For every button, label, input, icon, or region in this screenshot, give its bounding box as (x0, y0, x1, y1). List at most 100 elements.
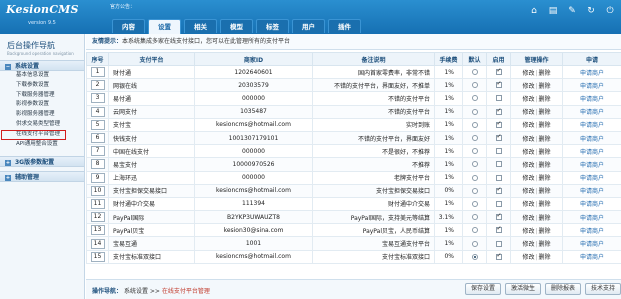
sidebar-item[interactable]: 基本信息设置 (0, 71, 84, 81)
tab-6[interactable]: 用户 (292, 19, 325, 33)
apply-merchant-link[interactable]: 申请商户 (580, 83, 604, 90)
enabled-checkbox[interactable] (495, 148, 502, 155)
index-field[interactable]: 1 (90, 67, 105, 78)
apply-merchant-link[interactable]: 申请商户 (580, 162, 604, 169)
sidebar-item[interactable]: 影视服务器管理 (0, 110, 84, 120)
apply-merchant-link[interactable]: 申请商户 (580, 254, 604, 261)
enabled-checkbox[interactable] (495, 107, 502, 115)
index-field[interactable]: 6 (90, 133, 105, 144)
index-field[interactable]: 7 (90, 146, 105, 157)
edit-link[interactable]: 修改 (522, 83, 534, 90)
enabled-checkbox[interactable] (495, 240, 502, 247)
enabled-checkbox[interactable] (495, 212, 502, 221)
apply-merchant-link[interactable]: 申请商户 (580, 122, 604, 129)
default-radio[interactable] (471, 253, 478, 260)
index-field[interactable]: 12 (90, 212, 105, 223)
index-field[interactable]: 14 (90, 238, 105, 249)
tools-icon[interactable]: ✎ (567, 6, 577, 16)
delete-link[interactable]: 删除 (539, 162, 551, 169)
enabled-checkbox[interactable] (495, 252, 502, 260)
tab-1[interactable]: 内容 (112, 19, 145, 33)
index-field[interactable]: 3 (90, 93, 105, 104)
edit-link[interactable]: 修改 (522, 215, 534, 222)
default-radio[interactable] (471, 161, 478, 168)
delete-link[interactable]: 删除 (539, 149, 551, 156)
delete-link[interactable]: 删除 (539, 109, 551, 116)
enabled-checkbox[interactable] (495, 120, 502, 128)
apply-merchant-link[interactable]: 申请商户 (580, 175, 604, 182)
footer-button-4[interactable]: 技术支持 (584, 283, 621, 295)
home-icon[interactable]: ⌂ (529, 6, 539, 16)
delete-link[interactable]: 删除 (539, 70, 551, 77)
index-field[interactable]: 9 (90, 172, 105, 183)
enabled-checkbox[interactable] (495, 67, 502, 76)
enabled-checkbox[interactable] (495, 174, 502, 181)
sidebar-item[interactable]: 在线支付平台管理 (1, 129, 66, 140)
apply-merchant-link[interactable]: 申请商户 (580, 215, 604, 222)
sidebar-item[interactable]: 下载参数设置 (0, 81, 84, 91)
delete-link[interactable]: 删除 (539, 83, 551, 90)
enabled-checkbox[interactable] (495, 161, 502, 168)
apply-merchant-link[interactable]: 申请商户 (580, 109, 604, 116)
footer-button-1[interactable]: 保存设置 (464, 283, 501, 295)
delete-link[interactable]: 删除 (539, 241, 551, 248)
edit-link[interactable]: 修改 (522, 175, 534, 182)
default-radio[interactable] (471, 174, 478, 181)
default-radio[interactable] (471, 148, 478, 155)
sidebar-item[interactable]: 供求交易类型管理 (0, 120, 84, 130)
footer-button-2[interactable]: 激活微生 (504, 283, 541, 295)
tab-3[interactable]: 相关 (184, 19, 217, 33)
delete-link[interactable]: 删除 (539, 228, 551, 235)
default-radio[interactable] (471, 135, 478, 142)
edit-link[interactable]: 修改 (522, 70, 534, 77)
default-radio[interactable] (471, 108, 478, 115)
index-field[interactable]: 13 (90, 225, 105, 236)
power-icon[interactable]: ⏻ (605, 6, 615, 16)
breadcrumb-root[interactable]: 系统设置 (124, 288, 148, 295)
tab-5[interactable]: 标签 (256, 19, 289, 33)
apply-merchant-link[interactable]: 申请商户 (580, 149, 604, 156)
footer-button-3[interactable]: 删除报表 (544, 283, 581, 295)
delete-link[interactable]: 删除 (539, 254, 551, 261)
delete-link[interactable]: 删除 (539, 201, 551, 208)
enabled-checkbox[interactable] (495, 133, 502, 142)
sidebar-item[interactable]: 下载服务器管理 (0, 91, 84, 101)
index-field[interactable]: 5 (90, 119, 105, 130)
edit-link[interactable]: 修改 (522, 109, 534, 116)
default-radio[interactable] (471, 240, 478, 247)
expand-icon[interactable]: + (5, 160, 11, 167)
apply-merchant-link[interactable]: 申请商户 (580, 201, 604, 208)
delete-link[interactable]: 删除 (539, 122, 551, 129)
edit-link[interactable]: 修改 (522, 149, 534, 156)
apply-merchant-link[interactable]: 申请商户 (580, 70, 604, 77)
default-radio[interactable] (471, 187, 478, 194)
sidebar-section-1[interactable]: − 系统设置 (0, 60, 84, 71)
edit-link[interactable]: 修改 (522, 254, 534, 261)
default-radio[interactable] (471, 95, 478, 102)
index-field[interactable]: 2 (90, 80, 105, 91)
index-field[interactable]: 11 (90, 198, 105, 209)
enabled-checkbox[interactable] (495, 200, 502, 207)
enabled-checkbox[interactable] (495, 80, 502, 89)
sidebar-section-3[interactable]: + 辅助管理 (0, 171, 84, 183)
sidebar-section-2[interactable]: +3G版参数配置 (0, 156, 84, 168)
default-radio[interactable] (471, 121, 478, 128)
delete-link[interactable]: 删除 (539, 188, 551, 195)
edit-link[interactable]: 修改 (522, 96, 534, 103)
tab-2[interactable]: 设置 (148, 19, 181, 34)
enabled-checkbox[interactable] (495, 225, 502, 234)
edit-link[interactable]: 修改 (522, 201, 534, 208)
collapse-icon[interactable]: − (5, 64, 11, 70)
default-radio[interactable] (471, 200, 478, 207)
apply-merchant-link[interactable]: 申请商户 (580, 228, 604, 235)
tab-7[interactable]: 插件 (328, 19, 361, 33)
delete-link[interactable]: 删除 (539, 136, 551, 143)
apply-merchant-link[interactable]: 申请商户 (580, 188, 604, 195)
default-radio[interactable] (471, 69, 478, 76)
refresh-icon[interactable]: ↻ (586, 6, 596, 16)
enabled-checkbox[interactable] (495, 186, 502, 194)
sidebar-item[interactable]: API通用整合设置 (0, 140, 84, 150)
enabled-checkbox[interactable] (495, 95, 502, 102)
expand-icon[interactable]: + (5, 175, 11, 182)
list-icon[interactable]: ▤ (548, 6, 558, 16)
